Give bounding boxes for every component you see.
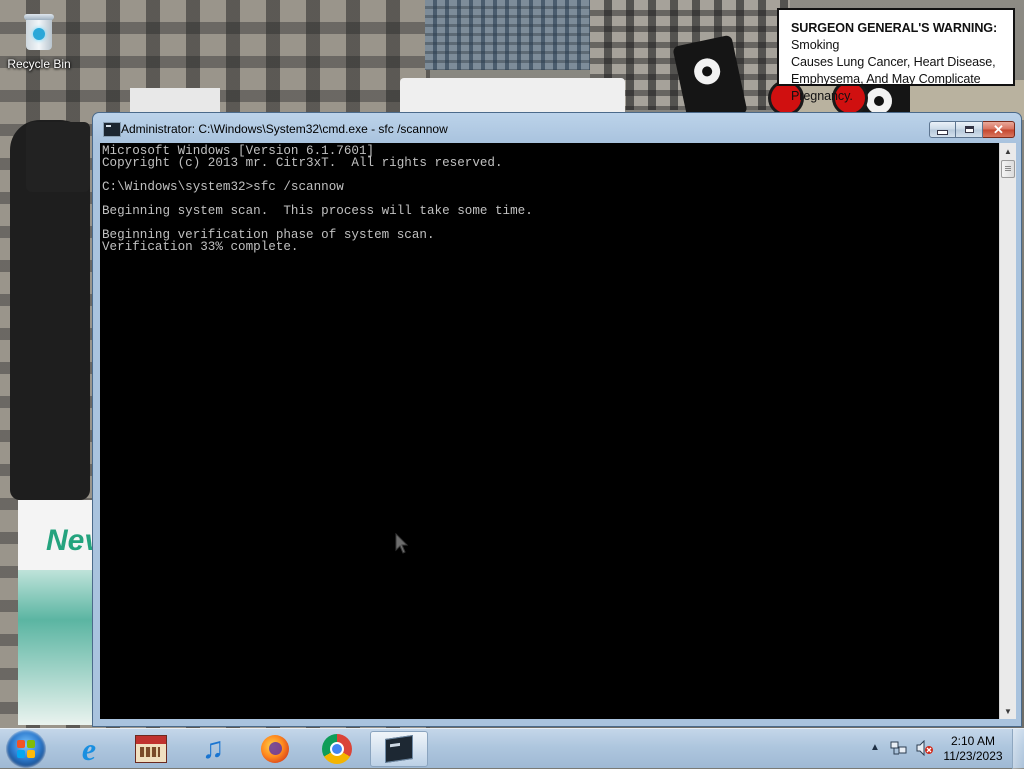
taskbar-internet-explorer[interactable]: e bbox=[60, 731, 118, 767]
show-hidden-icons-arrow-icon[interactable]: ▲ bbox=[870, 742, 880, 753]
wallpaper-figure-head bbox=[26, 122, 90, 192]
recycle-bin-desktop-icon[interactable]: Recycle Bin bbox=[6, 14, 72, 71]
vertical-scrollbar[interactable]: ▲ ▼ bbox=[999, 143, 1016, 719]
close-icon: ✕ bbox=[993, 121, 1004, 137]
console-output-area[interactable]: Microsoft Windows [Version 6.1.7601] Cop… bbox=[100, 143, 999, 719]
window-title: Administrator: C:\Windows\System32\cmd.e… bbox=[121, 122, 448, 136]
taskbar-firefox[interactable] bbox=[246, 731, 304, 767]
recycle-bin-icon bbox=[22, 14, 56, 52]
taskbar-cmd[interactable] bbox=[370, 731, 428, 767]
warning-line2: Causes Lung Cancer, Heart Disease, bbox=[791, 55, 996, 69]
taskbar: e ♫ ▲ 2:10 AM 11/23/2023 bbox=[0, 728, 1024, 769]
maximize-icon bbox=[964, 126, 974, 133]
network-icon[interactable] bbox=[890, 740, 908, 756]
cmd-window[interactable]: Administrator: C:\Windows\System32\cmd.e… bbox=[92, 112, 1022, 727]
itunes-icon: ♫ bbox=[201, 732, 225, 765]
minimize-button[interactable] bbox=[929, 121, 956, 138]
maximize-button[interactable] bbox=[956, 121, 983, 138]
show-desktop-button[interactable] bbox=[1012, 729, 1024, 769]
chrome-icon bbox=[322, 734, 352, 764]
scroll-up-arrow-icon[interactable]: ▲ bbox=[1000, 143, 1016, 159]
firefox-icon bbox=[261, 735, 289, 763]
taskbar-itunes[interactable]: ♫ bbox=[184, 731, 242, 767]
cmd-window-icon[interactable] bbox=[103, 122, 121, 137]
cmd-icon bbox=[385, 735, 413, 763]
windows-start-orb-icon bbox=[17, 740, 35, 758]
taskbar-library-app[interactable] bbox=[122, 731, 180, 767]
scrollbar-thumb[interactable] bbox=[1001, 160, 1015, 178]
clock-date: 11/23/2023 bbox=[943, 749, 1003, 763]
taskbar-chrome[interactable] bbox=[308, 731, 366, 767]
internet-explorer-icon: e bbox=[81, 731, 97, 767]
caption-buttons: ✕ bbox=[929, 121, 1015, 138]
mouse-cursor-icon bbox=[395, 532, 409, 555]
clock-time: 2:10 AM bbox=[950, 734, 996, 748]
library-app-icon bbox=[135, 735, 167, 763]
minimize-icon bbox=[937, 130, 948, 135]
system-clock[interactable]: 2:10 AM 11/23/2023 bbox=[938, 734, 1008, 764]
scroll-down-arrow-icon[interactable]: ▼ bbox=[1000, 703, 1016, 719]
close-button[interactable]: ✕ bbox=[983, 121, 1015, 138]
wallpaper-building-middle bbox=[425, 0, 595, 70]
start-button[interactable] bbox=[6, 730, 46, 768]
console-text: Microsoft Windows [Version 6.1.7601] Cop… bbox=[102, 144, 533, 254]
warning-line1: Smoking bbox=[791, 38, 840, 52]
window-title-bar[interactable]: Administrator: C:\Windows\System32\cmd.e… bbox=[93, 113, 1021, 143]
recycle-bin-label: Recycle Bin bbox=[7, 57, 71, 71]
warning-heading: SURGEON GENERAL'S WARNING: bbox=[791, 21, 998, 35]
surgeon-general-warning: SURGEON GENERAL'S WARNING: Smoking Cause… bbox=[777, 8, 1015, 103]
volume-muted-icon[interactable] bbox=[916, 739, 934, 757]
